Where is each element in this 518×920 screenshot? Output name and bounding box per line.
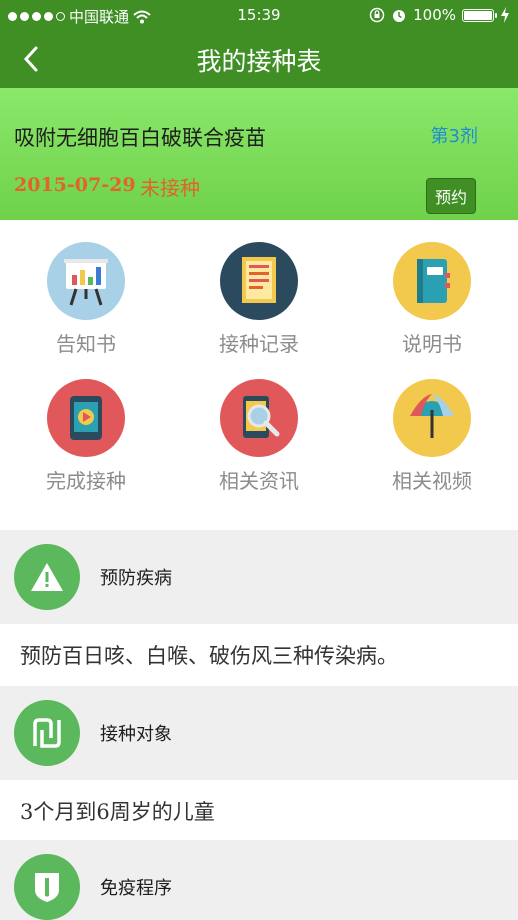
menu-label: 说明书 [402,332,462,356]
menu-item-videos[interactable]: 相关视频 [346,357,518,507]
menu-item-notice[interactable]: 告知书 [0,220,172,370]
section-title: 接种对象 [100,724,172,745]
target-person-icon [14,700,80,766]
section-header-disease: 预防疾病 [0,530,518,624]
menu-item-records[interactable]: 接种记录 [173,220,345,370]
presentation-board-icon [47,242,125,320]
status-right: 100% [369,6,510,24]
warning-icon [14,544,80,610]
section-text: 预防百日咳、白喉、破伤风三种传染病。 [20,644,398,668]
section-body-target: 3个月到6周岁的儿童 [0,780,518,840]
section-header-schedule: 免疫程序 [0,840,518,920]
page-title: 我的接种表 [196,47,322,76]
document-record-icon [220,242,298,320]
dose-label: 第3剂 [430,126,478,147]
menu-grid: 告知书 接种记录 说明书 完成接种 相关资讯 相关视频 [0,220,518,530]
status-bar: 中国联通 15:39 100% [0,0,518,30]
section-body-disease: 预防百日咳、白喉、破伤风三种传染病。 [0,624,518,686]
section-header-target: 接种对象 [0,686,518,780]
menu-item-manual[interactable]: 说明书 [346,220,518,370]
battery-icon [462,8,497,22]
menu-item-news[interactable]: 相关资讯 [173,357,345,507]
section-text: 3个月到6周岁的儿童 [20,800,215,824]
book-button[interactable]: 预约 [426,178,476,214]
vaccine-date: 2015-07-29 [14,174,136,196]
vaccine-name: 吸附无细胞百白破联合疫苗 [14,126,266,150]
menu-label: 相关视频 [392,469,472,493]
notebook-icon [393,242,471,320]
menu-label: 完成接种 [46,469,126,493]
vaccine-status: 未接种 [140,176,200,200]
umbrella-icon [393,379,471,457]
menu-item-complete[interactable]: 完成接种 [0,357,172,507]
menu-label: 接种记录 [219,332,299,356]
phone-search-icon [220,379,298,457]
battery-percent: 100% [413,6,456,24]
video-tablet-icon [47,379,125,457]
section-title: 预防疾病 [100,568,172,589]
section-title: 免疫程序 [100,878,172,899]
menu-label: 告知书 [56,332,116,356]
shield-icon [14,854,80,920]
orientation-lock-icon [369,7,385,23]
vaccine-card: 吸附无细胞百白破联合疫苗 第3剂 2015-07-29 未接种 预约 [0,88,518,220]
menu-label: 相关资讯 [219,469,299,493]
alarm-icon [393,10,406,22]
nav-bar: 我的接种表 [0,30,518,88]
charging-icon [501,7,509,23]
